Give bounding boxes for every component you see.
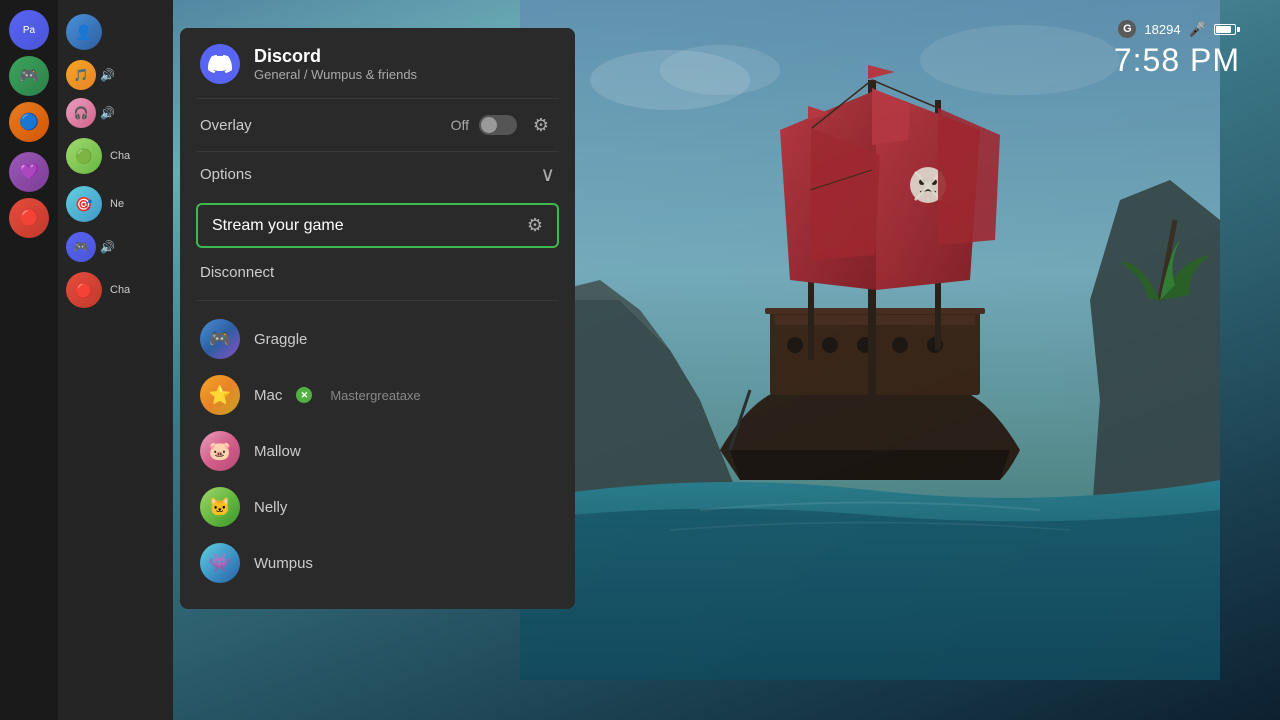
volume-icon-2: 🔊: [100, 106, 115, 120]
discord-title-block: Discord General / Wumpus & friends: [254, 46, 417, 82]
microphone-icon: 🎤: [1189, 21, 1206, 38]
member-avatar-mac: ⭐: [200, 375, 240, 415]
options-label: Options: [200, 166, 540, 183]
server-sidebar: Pa 🎮 🔵 💜 🔴: [0, 0, 58, 720]
channel-avatar-small-1: 🎵: [66, 60, 96, 90]
discord-subtitle: General / Wumpus & friends: [254, 67, 417, 82]
channel-item-1[interactable]: 👤: [58, 10, 173, 54]
system-tray: G 18294 🎤 7:58 PM: [1114, 20, 1240, 79]
stream-game-label: Stream your game: [212, 217, 527, 235]
member-name-wumpus: Wumpus: [254, 555, 313, 572]
member-item-nelly[interactable]: 🐱 Nelly: [196, 481, 559, 533]
toggle-knob: [481, 117, 497, 133]
channel-label-cha2: Cha: [110, 284, 130, 296]
discord-app-name: Discord: [254, 46, 417, 67]
overlay-toggle[interactable]: [479, 115, 517, 135]
member-name-nelly: Nelly: [254, 499, 287, 516]
channel-label-cha: Cha: [110, 150, 130, 162]
channel-avatar-small-2: 🎧: [66, 98, 96, 128]
overlay-label: Overlay: [200, 117, 441, 134]
channel-avatar-small-3: 🎮: [66, 232, 96, 262]
options-row[interactable]: Options ∨: [180, 152, 575, 197]
channel-sidebar: 👤 🎵 🔊 🎧 🔊 🟢 Cha 🎯 Ne 🎮 🔊 🔴 Ch: [58, 0, 173, 720]
member-item-graggle[interactable]: 🎮 Graggle: [196, 313, 559, 365]
xbox-controller-icon: G: [1118, 20, 1136, 38]
member-avatar-wumpus: 👾: [200, 543, 240, 583]
gamerscore: 18294: [1144, 22, 1180, 37]
overlay-off-label: Off: [451, 117, 469, 133]
sidebar-icon-4[interactable]: 💜: [9, 152, 49, 192]
discord-logo: [200, 44, 240, 84]
member-name-graggle: Graggle: [254, 331, 307, 348]
member-avatar-nelly: 🐱: [200, 487, 240, 527]
channel-avatar-4: 🔴: [66, 272, 102, 308]
channel-item-cha[interactable]: 🟢 Cha: [58, 134, 173, 178]
channel-label-ne: Ne: [110, 198, 124, 210]
channel-avatar-1: 👤: [66, 14, 102, 50]
member-avatar-graggle: 🎮: [200, 319, 240, 359]
battery-icon: [1214, 24, 1240, 35]
channel-avatar-3: 🎯: [66, 186, 102, 222]
member-name-mallow: Mallow: [254, 443, 301, 460]
member-item-mallow[interactable]: 🐷 Mallow: [196, 425, 559, 477]
discord-header: Discord General / Wumpus & friends: [180, 28, 575, 98]
volume-icon-3: 🔊: [100, 240, 115, 254]
clock: 7:58 PM: [1114, 42, 1240, 79]
sidebar-icon-1[interactable]: Pa: [9, 10, 49, 50]
discord-panel: Discord General / Wumpus & friends Overl…: [180, 28, 575, 609]
sidebar-icon-5[interactable]: 🔴: [9, 198, 49, 238]
member-name-mac: Mac: [254, 387, 282, 404]
volume-icon-1: 🔊: [100, 68, 115, 82]
member-item-mac[interactable]: ⭐ Mac ✕ Mastergreataxe: [196, 369, 559, 421]
channel-item-ne[interactable]: 🎯 Ne: [58, 182, 173, 226]
overlay-row: Overlay Off ⚙: [180, 99, 575, 151]
member-avatar-mallow: 🐷: [200, 431, 240, 471]
chevron-down-icon: ∨: [540, 162, 555, 187]
channel-avatar-2: 🟢: [66, 138, 102, 174]
sidebar-icon-2[interactable]: 🎮: [9, 56, 49, 96]
stream-game-button[interactable]: Stream your game ⚙: [196, 203, 559, 248]
members-list: 🎮 Graggle ⭐ Mac ✕ Mastergreataxe 🐷 Mallo…: [180, 313, 575, 589]
member-platform-mac: Mastergreataxe: [330, 388, 420, 403]
sidebar-icon-3[interactable]: 🔵: [9, 102, 49, 142]
channel-item-cha2[interactable]: 🔴 Cha: [58, 268, 173, 312]
overlay-settings-button[interactable]: ⚙: [527, 111, 555, 139]
member-item-wumpus[interactable]: 👾 Wumpus: [196, 537, 559, 589]
members-divider: [196, 300, 559, 301]
disconnect-label: Disconnect: [200, 264, 274, 281]
discord-logo-svg: [208, 52, 232, 76]
xbox-icon-mac: ✕: [296, 387, 312, 403]
disconnect-row[interactable]: Disconnect: [180, 254, 575, 292]
stream-settings-icon[interactable]: ⚙: [527, 215, 543, 236]
